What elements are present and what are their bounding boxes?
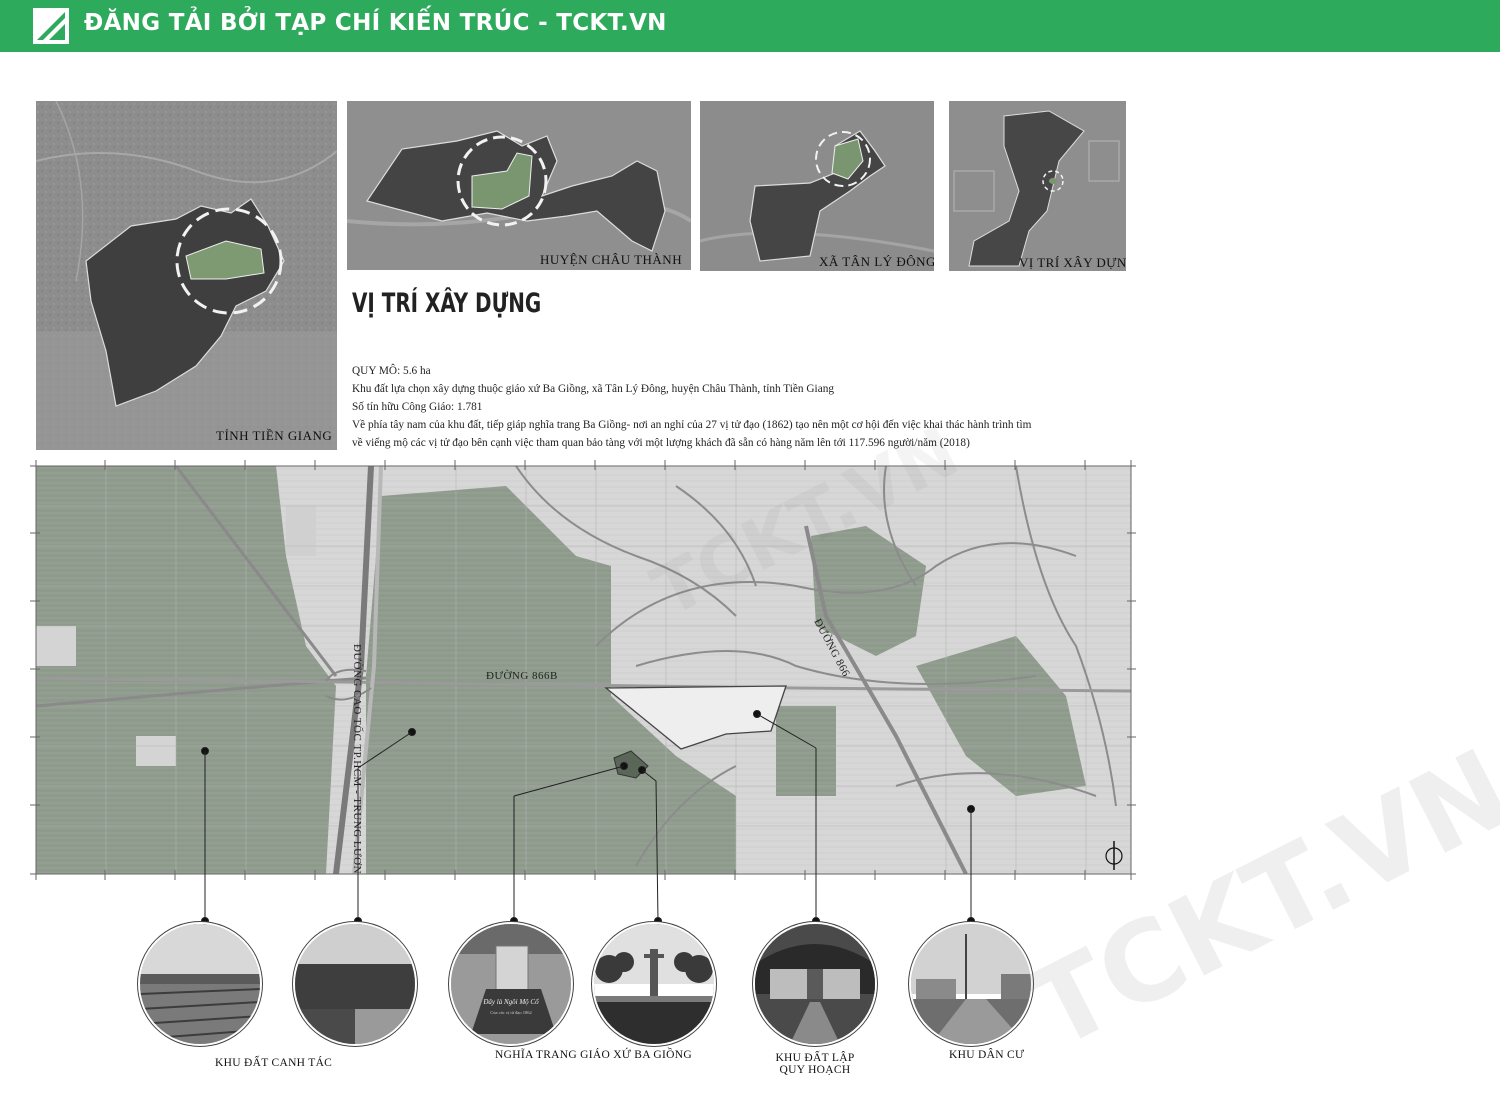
photo-farmland-1 [140, 924, 260, 1044]
caption-khu-dat-lap-line1: KHU ĐẤT LẬP [775, 1052, 855, 1064]
tomb-text-2: Của các vị tử đạo 1862 [490, 1010, 532, 1015]
caption-nghia-trang: NGHĨA TRANG GIÁO XỨ BA GIỒNG [495, 1049, 692, 1061]
tomb-text-1: Đây là Ngôi Mộ Cổ [482, 998, 539, 1006]
caption-khu-dan-cu: KHU DÂN CƯ [949, 1049, 1025, 1061]
photo-leader-lines [201, 748, 975, 925]
photo-planning-site [755, 924, 875, 1044]
photo-residential [911, 924, 1031, 1044]
photo-cemetery-tomb: Đây là Ngôi Mộ Cổ Của các vị tử đạo 1862 [451, 924, 571, 1044]
caption-khu-dat-canh-tac: KHU ĐẤT CANH TÁC [215, 1057, 333, 1069]
caption-khu-dat-lap-quy-hoach: KHU ĐẤT LẬP QUY HOẠCH [770, 1052, 860, 1076]
photo-cemetery-monument [594, 924, 714, 1044]
photo-farmland-2 [295, 924, 415, 1044]
caption-khu-dat-lap-line2: QUY HOẠCH [779, 1064, 851, 1076]
